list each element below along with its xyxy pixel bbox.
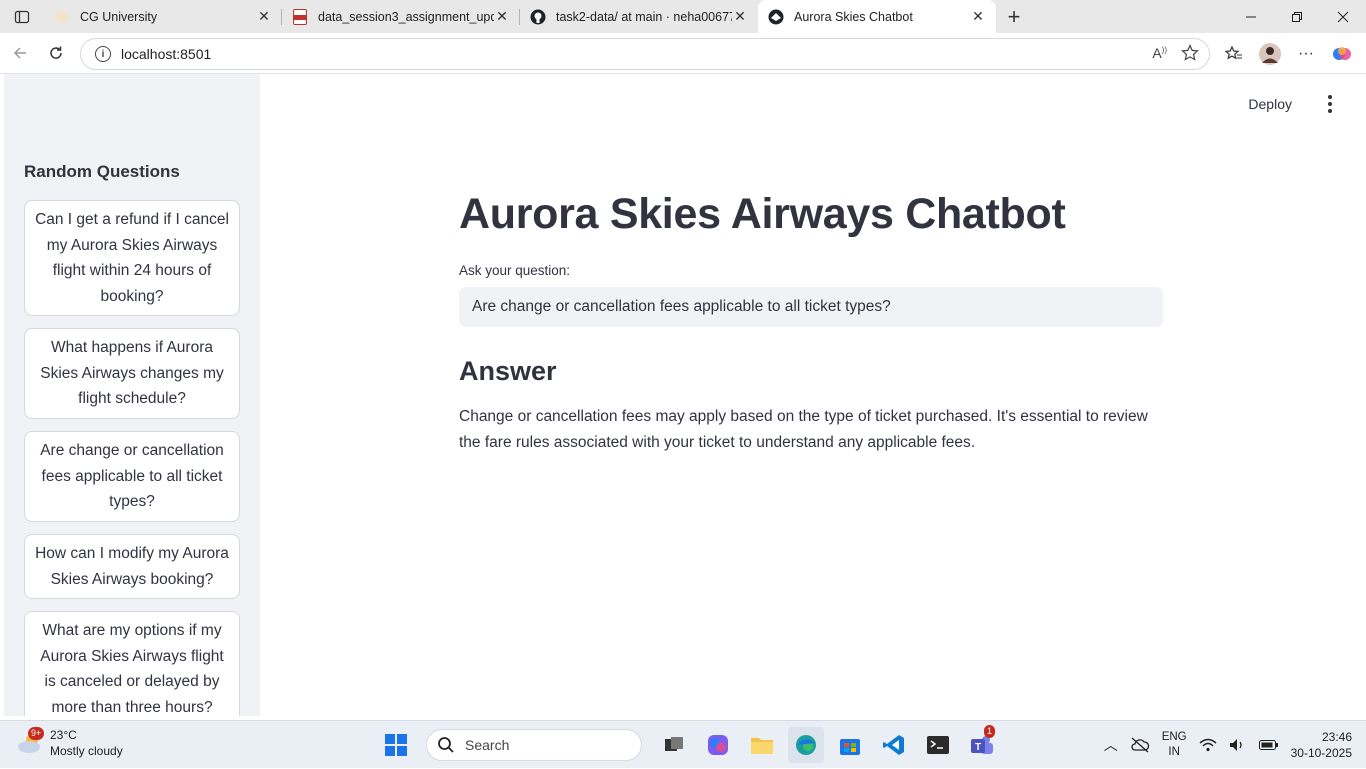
back-button[interactable]	[2, 35, 38, 71]
clock[interactable]: 23:46 30-10-2025	[1291, 729, 1352, 761]
restore-icon	[1292, 11, 1302, 22]
sidebar: Random Questions Can I get a refund if I…	[4, 74, 260, 716]
new-tab-button[interactable]: +	[996, 0, 1032, 33]
cloud-offline-icon[interactable]	[1130, 737, 1150, 753]
windows-logo-icon	[385, 734, 407, 756]
tab-close-icon[interactable]: ✕	[970, 8, 986, 25]
refresh-icon	[50, 46, 62, 59]
copilot-icon[interactable]	[1328, 40, 1356, 68]
vscode-icon[interactable]	[876, 727, 912, 763]
address-bar[interactable]: i localhost:8501 A))	[80, 38, 1210, 70]
language-indicator[interactable]: ENG IN	[1162, 730, 1187, 760]
app-viewport: Random Questions Can I get a refund if I…	[4, 74, 1362, 716]
close-window-button[interactable]	[1320, 0, 1366, 33]
svg-text:T: T	[975, 742, 981, 753]
ms-store-icon[interactable]	[832, 727, 868, 763]
cg-favicon-icon	[54, 9, 70, 25]
edge-browser-icon[interactable]	[788, 727, 824, 763]
tab-close-icon[interactable]: ✕	[494, 8, 510, 25]
pdf-icon	[292, 8, 308, 25]
more-menu-icon[interactable]: ···	[1292, 40, 1320, 68]
teams-badge: 1	[984, 725, 996, 738]
start-button[interactable]	[378, 727, 414, 763]
minimize-button[interactable]	[1228, 0, 1274, 33]
clock-time: 23:46	[1321, 730, 1352, 744]
browser-toolbar: i localhost:8501 A)) ···	[0, 33, 1366, 74]
question-input[interactable]	[459, 287, 1163, 327]
sidebar-title: Random Questions	[24, 162, 180, 181]
read-aloud-icon[interactable]: A))	[1152, 45, 1167, 61]
close-icon	[1337, 11, 1349, 22]
question-label: Ask your question:	[459, 263, 571, 278]
tab-actions-icon	[14, 10, 30, 23]
restore-button[interactable]	[1274, 0, 1320, 33]
taskbar-apps: Search T 1	[378, 725, 1000, 763]
tab-github[interactable]: task2-data/ at main · neha00677/t ✕	[520, 0, 758, 33]
clock-date: 30-10-2025	[1290, 746, 1352, 760]
minimize-icon	[1246, 16, 1256, 17]
file-explorer-icon[interactable]	[744, 727, 780, 763]
question-button[interactable]: How can I modify my Aurora Skies Airways…	[24, 534, 240, 599]
streamlit-icon	[768, 9, 784, 25]
weather-widget[interactable]: 9+ 23°C Mostly cloudy	[16, 727, 123, 759]
weather-badge: 9+	[28, 727, 45, 740]
weather-desc: Mostly cloudy	[50, 744, 123, 758]
tab-pdf[interactable]: data_session3_assignment_update ✕	[282, 0, 520, 33]
site-info-icon[interactable]: i	[95, 46, 111, 62]
system-tray: ︿ ENG IN 23:46 30-10-2025	[1104, 721, 1352, 769]
volume-icon[interactable]	[1229, 738, 1247, 752]
task-view-icon[interactable]	[656, 727, 692, 763]
tab-title: data_session3_assignment_update	[318, 9, 494, 24]
deploy-button[interactable]: Deploy	[1248, 96, 1292, 112]
language-code: ENG	[1161, 731, 1187, 743]
battery-icon[interactable]	[1258, 739, 1279, 751]
tab-close-icon[interactable]: ✕	[732, 8, 748, 25]
address-bar-actions: A))	[1152, 44, 1199, 62]
tab-actions-button[interactable]	[0, 0, 44, 33]
question-button[interactable]: Can I get a refund if I cancel my Aurora…	[24, 200, 240, 316]
terminal-icon[interactable]	[920, 727, 956, 763]
answer-text: Change or cancellation fees may apply ba…	[459, 408, 1148, 451]
search-icon	[438, 737, 454, 753]
search-placeholder: Search	[465, 737, 510, 753]
back-arrow-icon	[13, 47, 26, 59]
question-button[interactable]: Are change or cancellation fees applicab…	[24, 431, 240, 522]
github-icon	[530, 9, 546, 25]
url-text: localhost:8501	[121, 46, 212, 62]
tab-close-icon[interactable]: ✕	[256, 8, 272, 25]
tab-aurora-chatbot[interactable]: Aurora Skies Chatbot ✕	[758, 0, 996, 33]
plus-icon: +	[1007, 3, 1021, 29]
tab-title: Aurora Skies Chatbot	[794, 9, 913, 24]
m365-copilot-icon[interactable]	[700, 727, 736, 763]
taskbar: 9+ 23°C Mostly cloudy Search T 1 ︿ ENG I…	[0, 720, 1366, 768]
favorite-star-icon[interactable]	[1181, 44, 1199, 62]
tab-title: CG University	[80, 9, 158, 24]
profile-avatar[interactable]	[1256, 40, 1284, 68]
taskbar-search[interactable]: Search	[426, 729, 642, 761]
window-controls	[1228, 0, 1366, 33]
tab-cg-university[interactable]: CG University ✕	[44, 0, 282, 33]
show-hidden-icons-chevron-icon[interactable]: ︿	[1104, 735, 1118, 755]
language-region: IN	[1168, 746, 1180, 758]
question-button[interactable]: What are my options if my Aurora Skies A…	[24, 611, 240, 716]
tab-title: task2-data/ at main · neha00677/t	[556, 9, 732, 24]
answer-heading: Answer	[459, 356, 557, 386]
favorites-icon[interactable]	[1220, 40, 1248, 68]
browser-tab-strip: CG University ✕ data_session3_assignment…	[0, 0, 1366, 33]
wifi-icon[interactable]	[1199, 738, 1217, 752]
question-button[interactable]: What happens if Aurora Skies Airways cha…	[24, 328, 240, 419]
weather-cloud-icon: 9+	[16, 727, 45, 757]
weather-temp: 23°C	[50, 728, 77, 742]
refresh-button[interactable]	[38, 35, 74, 71]
browser-extras: ···	[1220, 33, 1356, 74]
page-title: Aurora Skies Airways Chatbot	[459, 190, 1066, 238]
teams-icon[interactable]: T 1	[964, 725, 1000, 763]
main-menu-icon[interactable]	[1320, 94, 1340, 114]
